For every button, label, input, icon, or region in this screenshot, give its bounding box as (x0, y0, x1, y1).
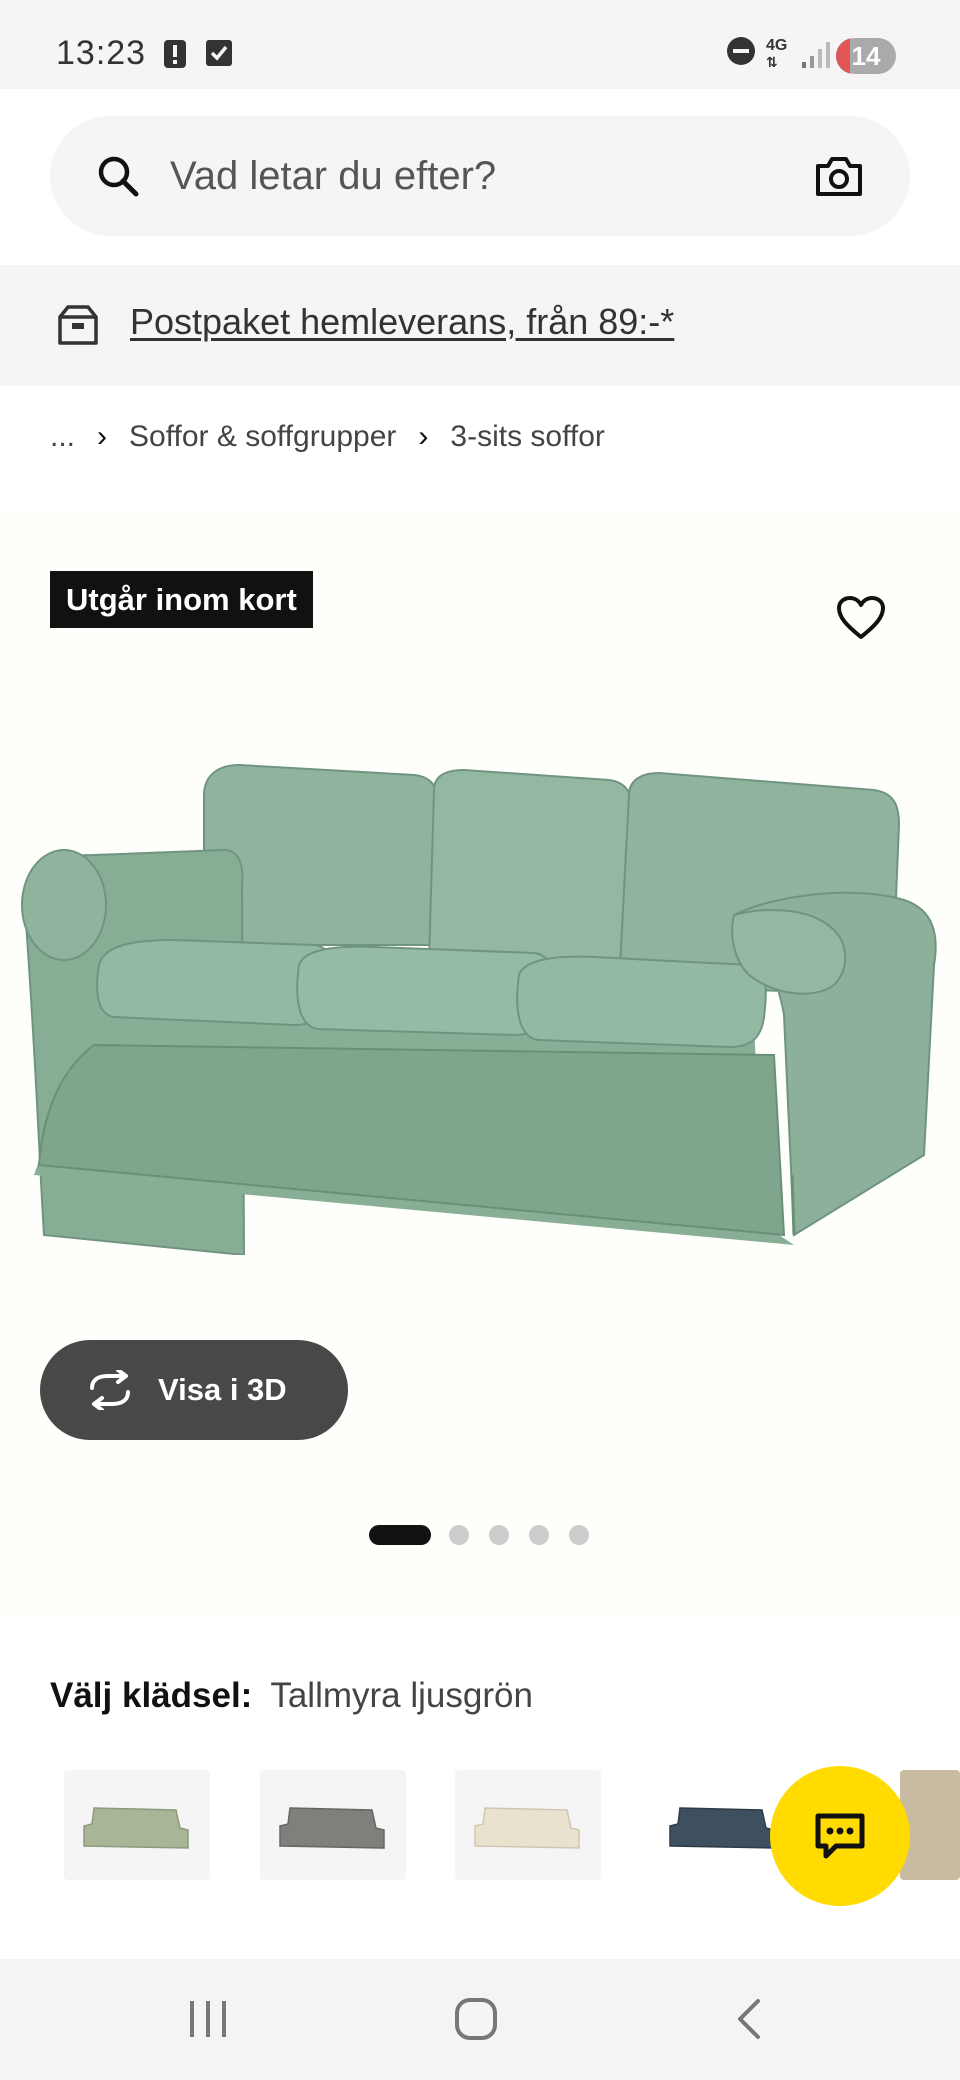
carousel-dot[interactable] (489, 1525, 509, 1545)
status-badge: Utgår inom kort (50, 571, 313, 628)
back-icon[interactable] (728, 1997, 772, 2046)
checkbox-icon (206, 40, 232, 71)
battery-indicator: 14 (836, 38, 896, 74)
favorite-heart-icon[interactable] (836, 595, 886, 646)
chevron-right-icon: › (418, 420, 429, 453)
view-3d-label: Visa i 3D (158, 1372, 287, 1407)
chevron-right-icon: › (97, 420, 108, 453)
recent-apps-icon[interactable] (186, 1997, 230, 2046)
chat-button[interactable] (770, 1766, 910, 1906)
breadcrumb-item-sofas[interactable]: Soffor & soffgrupper (129, 420, 396, 454)
carousel-dot[interactable] (569, 1525, 589, 1545)
carousel-dot[interactable] (369, 1525, 431, 1545)
sofa-image (21, 763, 937, 1255)
upholstery-value: Tallmyra ljusgrön (270, 1676, 533, 1715)
delivery-banner[interactable]: Postpaket hemleverans, från 89:-* (0, 265, 960, 386)
breadcrumb-item-3-seat[interactable]: 3-sits soffor (450, 420, 605, 454)
breadcrumb: ... › Soffor & soffgrupper › 3-sits soff… (50, 420, 605, 454)
chat-icon (815, 1813, 865, 1859)
carousel-dot[interactable] (449, 1525, 469, 1545)
swatch-option[interactable] (64, 1770, 210, 1880)
rotate-icon (84, 1368, 136, 1418)
package-icon (56, 303, 100, 352)
search-icon (96, 154, 140, 203)
carousel-dot[interactable] (529, 1525, 549, 1545)
carousel-indicator (0, 1520, 960, 1550)
upholstery-label: Välj klädsel: (50, 1676, 253, 1715)
swatch-option[interactable] (455, 1770, 601, 1880)
camera-icon[interactable] (814, 154, 864, 203)
alert-icon (164, 40, 186, 73)
status-bar: 13:23 4G ⇅ 14 (0, 0, 960, 89)
status-time: 13:23 (56, 34, 147, 72)
view-3d-button[interactable]: Visa i 3D (40, 1340, 348, 1440)
network-type: 4G ⇅ (766, 37, 788, 71)
search-input[interactable]: Vad letar du efter? (170, 154, 496, 199)
dnd-icon (726, 36, 756, 71)
breadcrumb-ellipsis[interactable]: ... (50, 420, 75, 454)
swatch-option[interactable] (260, 1770, 406, 1880)
upholstery-selector: Välj klädsel: Tallmyra ljusgrön (50, 1676, 533, 1716)
home-icon[interactable] (454, 1997, 498, 2046)
delivery-link[interactable]: Postpaket hemleverans, från 89:-* (130, 301, 674, 343)
product-gallery[interactable]: Utgår inom kort Visa i 3D (0, 515, 960, 1615)
signal-icon (800, 40, 830, 75)
system-nav-bar (0, 1959, 960, 2080)
search-bar[interactable]: Vad letar du efter? (50, 116, 910, 236)
search-header: Vad letar du efter? (0, 89, 960, 265)
